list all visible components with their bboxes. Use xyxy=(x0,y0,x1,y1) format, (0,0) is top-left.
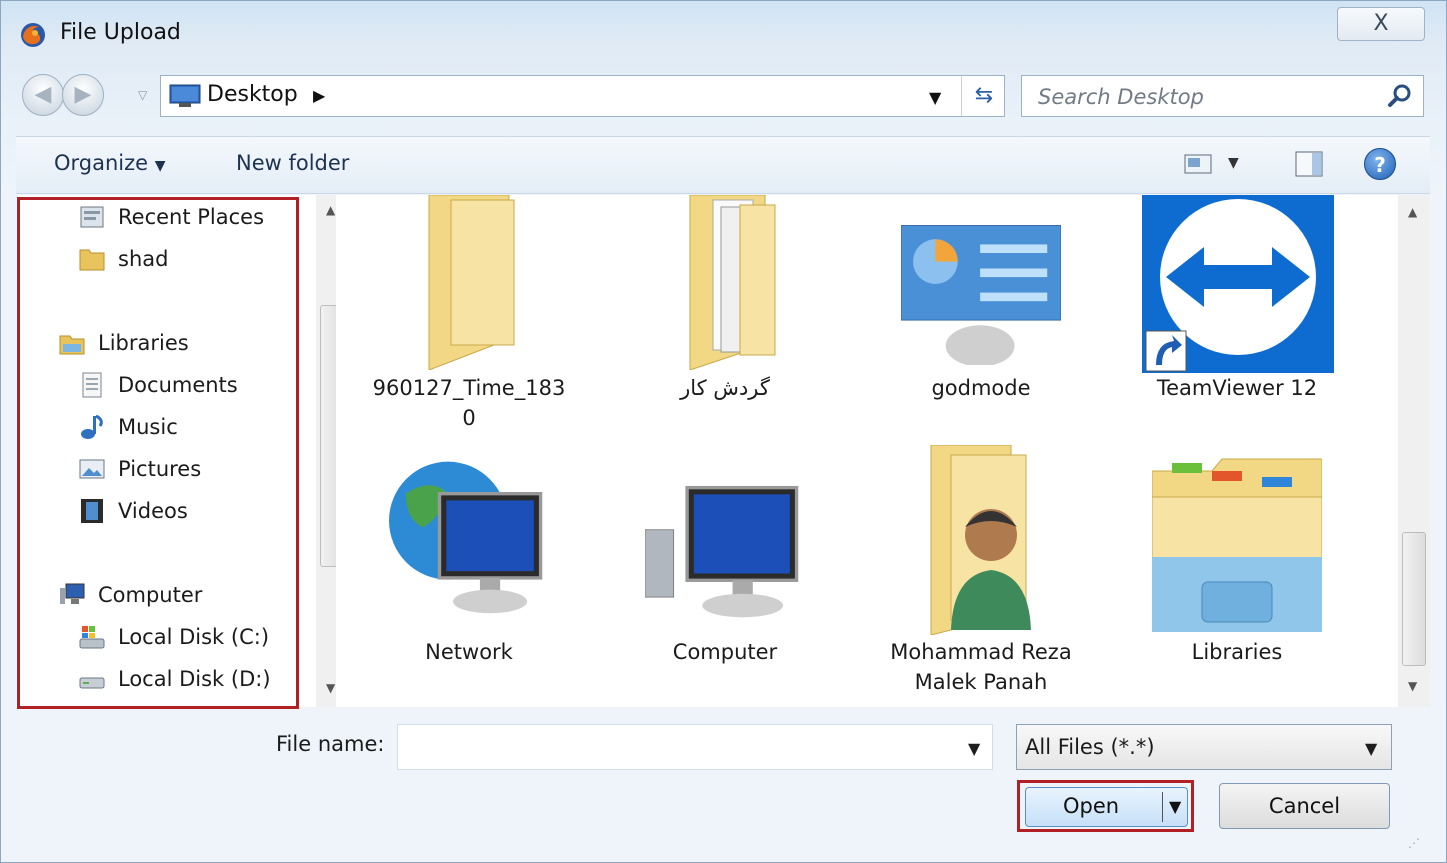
file-item[interactable]: Computer xyxy=(600,445,850,700)
file-item[interactable]: Libraries xyxy=(1112,445,1362,700)
search-input[interactable] xyxy=(1036,82,1380,112)
libraries-icon xyxy=(1152,458,1322,632)
chevron-down-icon: ▼ xyxy=(1228,155,1239,171)
window-title: File Upload xyxy=(60,20,181,45)
chevron-down-icon[interactable]: ▼ xyxy=(968,739,980,758)
chevron-down-icon[interactable]: ▼ xyxy=(1365,739,1377,758)
scroll-up-icon[interactable]: ▲ xyxy=(326,203,335,217)
preview-pane-button[interactable] xyxy=(1294,149,1326,181)
file-name: Network xyxy=(425,640,513,664)
file-type-value: All Files (*.*) xyxy=(1025,735,1155,759)
organize-button[interactable]: Organize ▼ xyxy=(54,151,166,175)
file-name: TeamViewer 12 xyxy=(1156,376,1318,400)
teamviewer-shortcut-icon xyxy=(1142,195,1334,373)
breadcrumb-arrow-icon[interactable]: ▶ xyxy=(313,86,325,105)
desktop-icon xyxy=(169,84,201,107)
cancel-button[interactable]: Cancel xyxy=(1219,783,1390,829)
change-view-button[interactable]: ▼ xyxy=(1184,149,1254,181)
file-list-scroll-thumb[interactable] xyxy=(1402,532,1426,666)
file-item[interactable]: godmode xyxy=(856,195,1106,445)
chevron-down-icon: ▼ xyxy=(154,158,166,174)
help-button[interactable]: ? xyxy=(1364,148,1396,180)
search-box[interactable] xyxy=(1021,75,1424,117)
forward-button[interactable]: ▶ xyxy=(62,74,104,116)
highlight-box-navigation xyxy=(17,197,299,709)
folder-documents-icon xyxy=(689,195,776,370)
highlight-box-open xyxy=(1017,780,1194,832)
scroll-down-icon[interactable]: ▼ xyxy=(1408,679,1417,693)
file-name-label: File name: xyxy=(276,732,385,756)
back-button[interactable]: ◀ xyxy=(22,74,64,116)
computer-icon xyxy=(645,485,799,618)
file-item[interactable]: Network xyxy=(344,445,594,700)
scroll-down-icon[interactable]: ▼ xyxy=(326,681,335,695)
control-panel-icon xyxy=(901,225,1061,365)
command-bar: Organize ▼ New folder ▼ ? xyxy=(16,136,1430,194)
file-item[interactable]: Mohammad Reza Malek Panah xyxy=(856,445,1106,700)
folder-icon xyxy=(428,195,515,370)
firefox-icon xyxy=(21,23,45,47)
file-item[interactable]: گردش کار xyxy=(600,195,850,445)
file-name: گردش کار xyxy=(680,376,770,400)
address-dropdown-icon[interactable]: ▼ xyxy=(929,88,941,107)
recent-locations-dropdown[interactable]: ▽ xyxy=(138,88,147,102)
file-list: 960127_Time_183 0 گردش کار godmode TeamV… xyxy=(336,195,1398,707)
organize-label: Organize xyxy=(54,151,149,175)
search-icon[interactable] xyxy=(1386,82,1414,110)
file-name: godmode xyxy=(931,376,1031,400)
resize-grip-icon[interactable]: ⋰ xyxy=(1408,836,1420,850)
file-name-continued: Malek Panah xyxy=(914,670,1048,694)
view-icon xyxy=(1184,154,1212,174)
history-buttons: ◀ ▶ xyxy=(22,72,134,120)
scroll-up-icon[interactable]: ▲ xyxy=(1408,205,1417,219)
file-item[interactable]: 960127_Time_183 0 xyxy=(344,195,594,445)
file-type-select[interactable]: All Files (*.*) ▼ xyxy=(1016,724,1392,770)
address-location[interactable]: Desktop xyxy=(207,82,298,107)
user-folder-icon xyxy=(930,445,1031,635)
close-button[interactable]: X xyxy=(1337,7,1425,41)
network-icon xyxy=(389,461,543,614)
file-name-continued: 0 xyxy=(462,406,476,430)
new-folder-button[interactable]: New folder xyxy=(236,151,349,175)
file-name: Computer xyxy=(672,640,778,664)
file-name: Mohammad Reza xyxy=(890,640,1072,664)
file-name-combobox[interactable]: ▼ xyxy=(397,724,993,770)
address-bar[interactable]: Desktop ▶ ▼ ⇆ xyxy=(160,75,1005,117)
refresh-button[interactable]: ⇆ xyxy=(961,76,1006,116)
file-item[interactable]: TeamViewer 12 xyxy=(1112,195,1362,445)
file-name: Libraries xyxy=(1191,640,1283,664)
file-name-input[interactable] xyxy=(404,733,948,763)
file-name: 960127_Time_183 xyxy=(372,376,566,400)
